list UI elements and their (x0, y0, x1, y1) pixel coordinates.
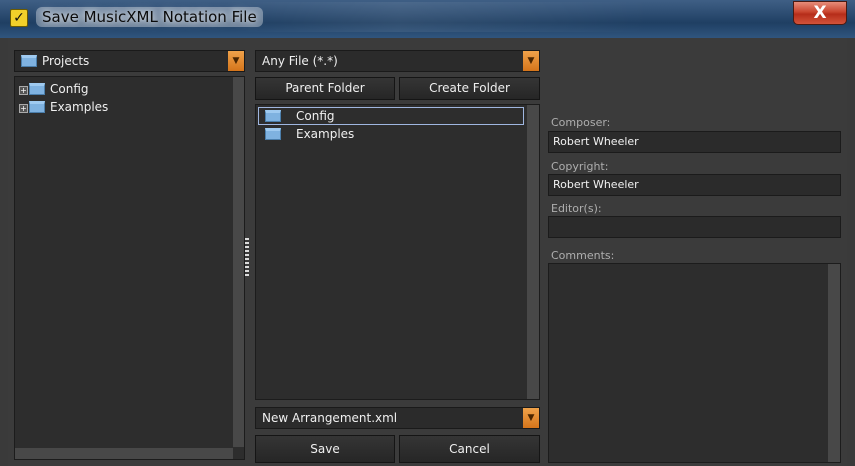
expand-icon[interactable]: + (19, 86, 28, 95)
comments-label: Comments: (551, 249, 615, 262)
comments-scrollbar[interactable] (828, 264, 840, 462)
folder-tree[interactable]: + Config + Examples (14, 76, 245, 460)
list-item-label: Config (296, 109, 335, 123)
location-dropdown-value: Projects (42, 54, 90, 68)
filename-input[interactable]: New Arrangement.xml ▼ (255, 407, 540, 429)
splitter-handle[interactable] (245, 238, 249, 276)
expand-icon[interactable]: + (19, 104, 28, 113)
create-folder-button[interactable]: Create Folder (399, 77, 540, 100)
copyright-label: Copyright: (551, 160, 609, 173)
tree-vertical-scrollbar[interactable] (233, 77, 244, 447)
parent-folder-button[interactable]: Parent Folder (255, 77, 395, 100)
editors-field[interactable] (548, 216, 841, 238)
tree-item-label: Examples (50, 100, 109, 114)
chevron-down-icon[interactable]: ▼ (523, 51, 539, 71)
tree-item-label: Config (50, 82, 89, 96)
tree-item-config[interactable]: + Config (19, 81, 89, 97)
list-item-examples[interactable]: Examples (259, 126, 525, 144)
folder-icon (21, 55, 37, 67)
title-bar: ✓ Save MusicXML Notation File X (0, 0, 855, 38)
list-item-label: Examples (296, 127, 355, 141)
save-button[interactable]: Save (255, 435, 395, 463)
file-type-value: Any File (*.*) (262, 54, 338, 68)
save-dialog: Projects ▼ + Config + Examples Any File (*… (8, 38, 847, 466)
folder-icon (29, 101, 45, 113)
file-list[interactable]: Config Examples (255, 104, 540, 400)
folder-icon (29, 83, 45, 95)
chevron-down-icon[interactable]: ▼ (228, 51, 244, 71)
cancel-button[interactable]: Cancel (399, 435, 540, 463)
tree-horizontal-scrollbar[interactable] (15, 448, 233, 459)
tree-item-examples[interactable]: + Examples (19, 99, 108, 115)
folder-icon (265, 128, 281, 140)
chevron-down-icon[interactable]: ▼ (523, 408, 539, 428)
file-type-dropdown[interactable]: Any File (*.*) ▼ (255, 50, 540, 72)
window-title: Save MusicXML Notation File (36, 7, 263, 27)
copyright-field[interactable]: Robert Wheeler (548, 174, 841, 196)
folder-icon (265, 110, 281, 122)
filename-value: New Arrangement.xml (262, 411, 398, 425)
file-list-scrollbar[interactable] (527, 105, 539, 399)
app-logo-icon: ✓ (10, 9, 28, 27)
composer-field[interactable]: Robert Wheeler (548, 131, 841, 153)
comments-field[interactable] (548, 263, 841, 463)
location-dropdown[interactable]: Projects ▼ (14, 50, 245, 72)
close-button[interactable]: X (793, 1, 847, 25)
editors-label: Editor(s): (551, 202, 602, 215)
list-item-config[interactable]: Config (258, 107, 524, 125)
composer-label: Composer: (551, 116, 611, 129)
